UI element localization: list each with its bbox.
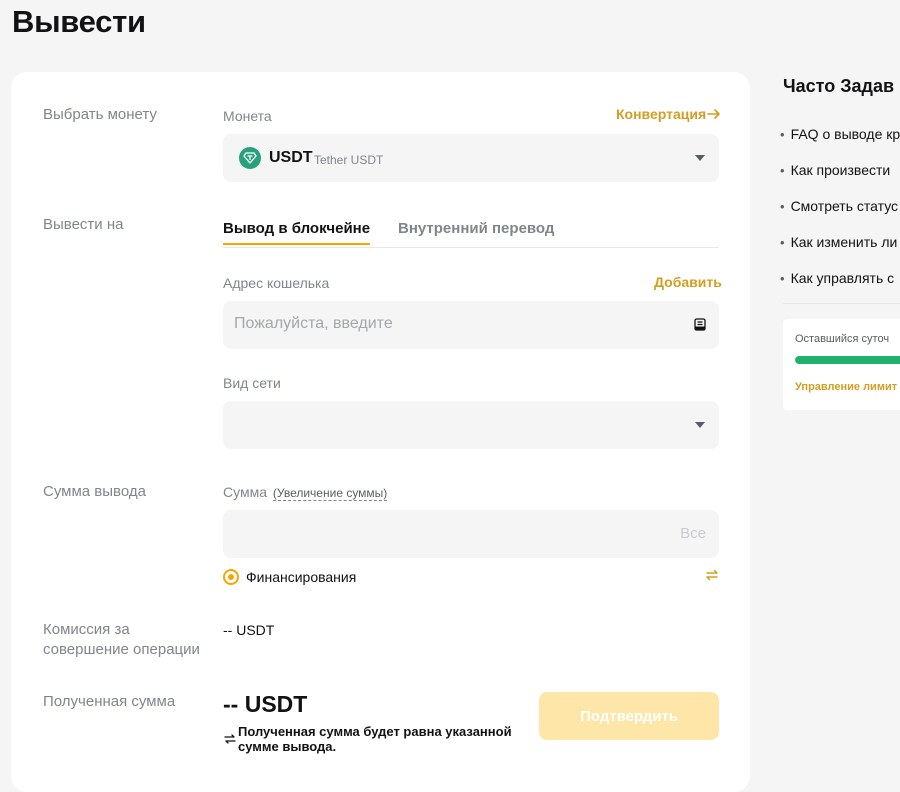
manage-limit-link[interactable]: Управление лимит bbox=[795, 381, 897, 393]
faq-item[interactable]: • Смотреть статус bbox=[780, 198, 898, 214]
tab-internal-transfer[interactable]: Внутренний перевод bbox=[398, 220, 554, 243]
amount-field-label: Сумма bbox=[223, 484, 267, 500]
increase-amount-link[interactable]: (Увеличение суммы) bbox=[272, 486, 388, 501]
faq-item-label: Как произвести bbox=[790, 162, 891, 178]
network-select[interactable] bbox=[223, 401, 719, 449]
coin-select[interactable]: USDT Tether USDT bbox=[223, 134, 719, 182]
fee-value: -- USDT bbox=[223, 622, 275, 638]
faq-item[interactable]: • Как управлять с bbox=[780, 270, 894, 286]
amount-input[interactable]: Все bbox=[223, 510, 719, 558]
network-label: Вид сети bbox=[223, 375, 281, 391]
bullet-icon: • bbox=[780, 199, 785, 214]
coin-field-label: Монета bbox=[223, 108, 272, 124]
bullet-icon: • bbox=[780, 163, 785, 178]
faq-divider bbox=[783, 303, 900, 304]
faq-item[interactable]: • Как изменить ли bbox=[780, 234, 897, 250]
withdraw-to-label: Вывести на bbox=[43, 216, 124, 233]
faq-item-label: Как управлять с bbox=[790, 270, 895, 286]
convert-link[interactable]: Конвертация bbox=[616, 106, 721, 122]
swap-icon[interactable] bbox=[705, 568, 719, 582]
funding-radio-label: Финансирования bbox=[246, 569, 357, 585]
tab-onchain[interactable]: Вывод в блокчейне bbox=[223, 220, 371, 245]
coin-symbol: USDT bbox=[269, 149, 313, 166]
received-note-line1: Полученная сумма будет равна указанной bbox=[238, 724, 512, 739]
add-address-link[interactable]: Добавить bbox=[654, 274, 722, 290]
faq-item-label: Смотреть статус bbox=[790, 198, 899, 214]
daily-limit-card: Оставшийся суточ Управление лимит bbox=[783, 319, 900, 410]
amount-row-label: Сумма вывода bbox=[43, 483, 146, 500]
bullet-icon: • bbox=[780, 271, 785, 286]
faq-item-label: FAQ о выводе кр bbox=[790, 126, 900, 142]
received-label: Полученная сумма bbox=[43, 693, 176, 710]
coin-row-label: Выбрать монету bbox=[43, 106, 157, 123]
withdraw-tabs: Вывод в блокчейне Внутренний перевод bbox=[223, 220, 719, 248]
fee-label-line1: Комиссия за bbox=[43, 621, 130, 638]
received-note: Полученная сумма будет равна указанной с… bbox=[238, 724, 512, 754]
daily-limit-progress-track bbox=[795, 356, 900, 364]
received-value: -- USDT bbox=[223, 691, 308, 717]
chevron-down-icon bbox=[695, 422, 705, 428]
wallet-address-placeholder: Пожалуйста, введите bbox=[234, 315, 393, 332]
confirm-button[interactable]: Подтвердить bbox=[539, 692, 719, 740]
withdraw-form-card: Выбрать монету Монета Конвертация USDT T… bbox=[11, 72, 750, 792]
faq-item[interactable]: • FAQ о выводе кр bbox=[780, 126, 900, 142]
fee-label: Комиссия за совершение операции bbox=[43, 620, 200, 660]
bullet-icon: • bbox=[780, 235, 785, 250]
received-note-line2: сумме вывода. bbox=[238, 739, 337, 754]
convert-link-label: Конвертация bbox=[616, 106, 707, 122]
fee-label-line2: совершение операции bbox=[43, 641, 200, 658]
coin-name: Tether USDT bbox=[314, 153, 384, 167]
daily-limit-progress-fill bbox=[795, 356, 900, 364]
faq-item[interactable]: • Как произвести bbox=[780, 162, 890, 178]
page-title: Вывести bbox=[12, 4, 146, 39]
funding-radio[interactable] bbox=[223, 569, 239, 585]
amount-field-label-group: Сумма (Увеличение суммы) bbox=[223, 484, 388, 501]
wallet-address-input[interactable]: Пожалуйста, введите bbox=[223, 301, 719, 349]
all-button[interactable]: Все bbox=[680, 525, 706, 542]
faq-item-label: Как изменить ли bbox=[790, 234, 898, 250]
exchange-arrows-icon bbox=[224, 734, 236, 744]
arrow-right-icon bbox=[707, 109, 720, 119]
daily-limit-label: Оставшийся суточ bbox=[795, 333, 890, 345]
wallet-address-label: Адрес кошелька bbox=[223, 275, 330, 291]
bullet-icon: • bbox=[780, 127, 785, 142]
address-book-icon[interactable] bbox=[694, 318, 706, 331]
faq-title: Часто Задав bbox=[783, 76, 895, 96]
tether-icon bbox=[239, 147, 261, 169]
chevron-down-icon bbox=[695, 155, 705, 161]
